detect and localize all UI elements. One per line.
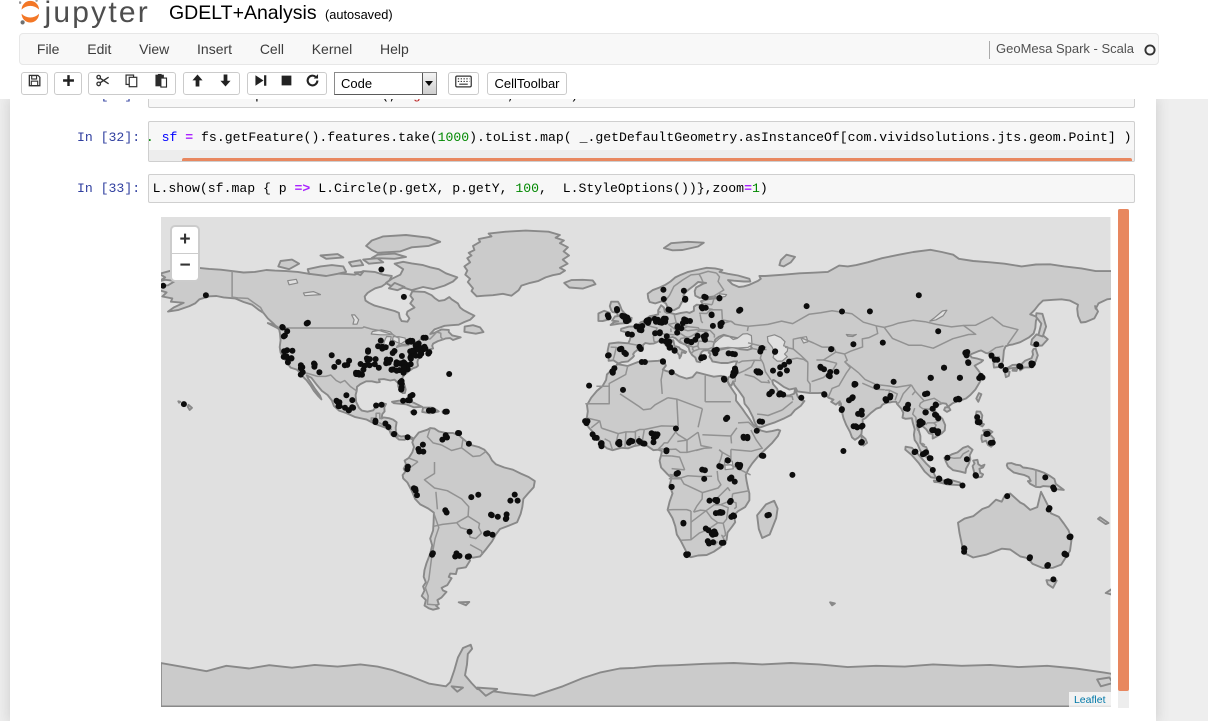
svg-text:jupyter: jupyter [44, 0, 150, 29]
